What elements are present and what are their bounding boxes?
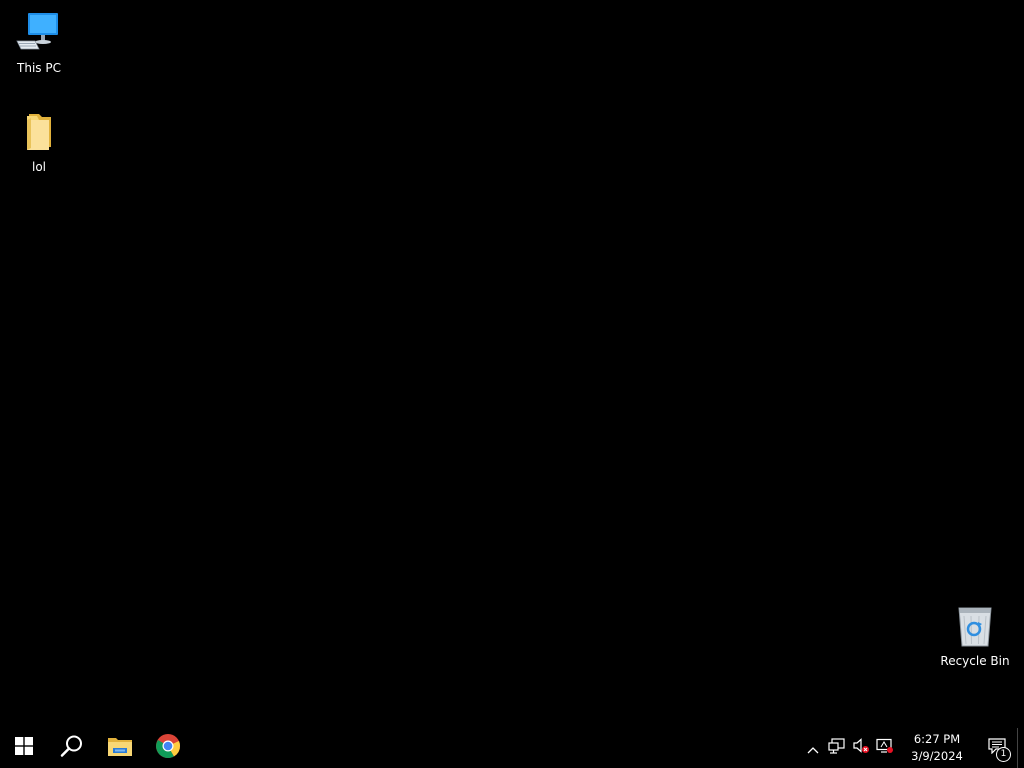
search-icon	[60, 734, 84, 762]
windows-logo-icon	[15, 737, 33, 759]
desktop-icon-recycle-bin[interactable]: Recycle Bin	[937, 602, 1013, 668]
start-button[interactable]	[0, 728, 48, 768]
desktop-icon-this-pc[interactable]: This PC	[1, 9, 77, 75]
display-icon	[876, 738, 894, 758]
chrome-icon	[155, 733, 181, 763]
clock-time: 6:27 PM	[913, 732, 961, 746]
chevron-up-icon	[807, 739, 819, 758]
search-button[interactable]	[48, 728, 96, 768]
clock-date: 3/9/2024	[911, 749, 963, 763]
taskbar-clock[interactable]: 6:27 PM 3/9/2024	[897, 728, 977, 768]
tray-volume[interactable]	[849, 728, 873, 768]
tray-overflow-button[interactable]	[801, 728, 825, 768]
desktop-icon-label: lol	[31, 160, 46, 174]
taskbar-file-explorer[interactable]	[96, 728, 144, 768]
system-tray: 6:27 PM 3/9/2024 1	[801, 728, 1024, 768]
show-desktop-button[interactable]	[1017, 728, 1024, 768]
action-center-button[interactable]: 1	[977, 728, 1017, 768]
desktop-icon-label: Recycle Bin	[940, 654, 1010, 668]
recycle-bin-icon	[951, 602, 999, 650]
folder-icon	[15, 108, 63, 156]
network-icon	[828, 738, 846, 758]
desktop-icon-label: This PC	[17, 61, 61, 75]
file-explorer-icon	[107, 735, 133, 761]
volume-muted-icon	[852, 738, 870, 758]
notification-count-badge: 1	[996, 747, 1011, 762]
computer-icon	[15, 9, 63, 57]
tray-display[interactable]	[873, 728, 897, 768]
taskbar-chrome[interactable]	[144, 728, 192, 768]
desktop-icon-lol[interactable]: lol	[1, 108, 77, 174]
tray-network[interactable]	[825, 728, 849, 768]
taskbar: 6:27 PM 3/9/2024 1	[0, 728, 1024, 768]
desktop[interactable]: This PC lol Recycle Bin	[0, 0, 1024, 728]
